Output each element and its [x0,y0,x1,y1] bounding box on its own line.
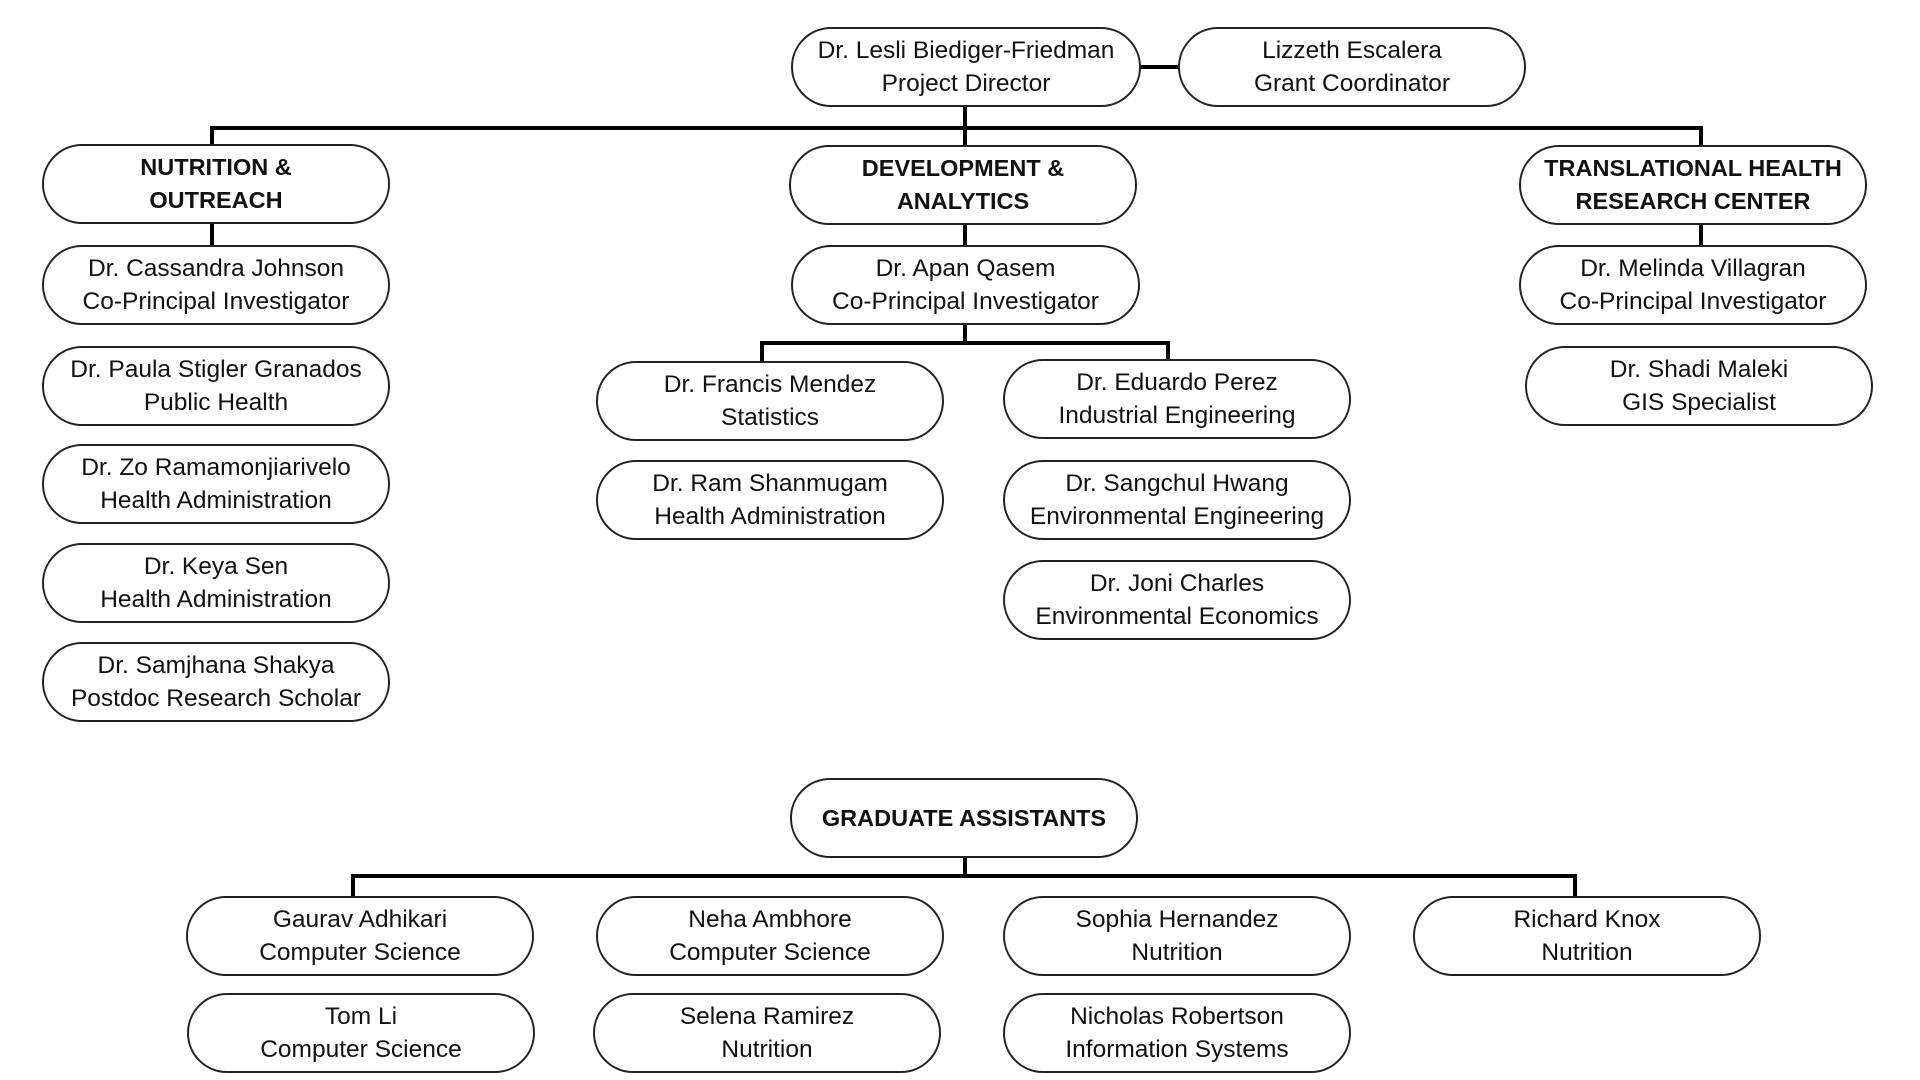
person-role: Industrial Engineering [1058,402,1296,429]
group-title: TRANSLATIONAL HEALTH [1544,155,1842,181]
person-role: Computer Science [669,939,871,966]
group-title-line2: RESEARCH CENTER [1575,188,1811,214]
group-title: NUTRITION & [140,154,292,180]
person-name: Tom Li [324,1003,398,1030]
person-name: Dr. Francis Mendez [663,371,877,398]
person-node-hwang: Dr. Sangchul Hwang Environmental Engineer… [1003,460,1351,540]
group-header-thrc: TRANSLATIONAL HEALTH RESEARCH CENTER [1519,145,1867,225]
person-name: Dr. Melinda Villagran [1580,255,1806,282]
person-name: Richard Knox [1513,906,1661,933]
person-role: Health Administration [100,487,332,514]
group-title-line2: OUTREACH [149,187,283,213]
person-node-shanmugam: Dr. Ram Shanmugam Health Administration [596,460,944,540]
person-role: Statistics [720,404,820,431]
person-name: Dr. Paula Stigler Granados [70,356,362,383]
person-role: Environmental Economics [1035,603,1319,630]
person-name: Dr. Samjhana Shakya [97,652,335,679]
person-role: Environmental Engineering [1029,503,1325,530]
person-node-sen: Dr. Keya Sen Health Administration [42,543,390,623]
person-name: Dr. Zo Ramamonjiarivelo [81,454,351,481]
person-node-director: Dr. Lesli Biediger-Friedman Project Direc… [791,27,1141,107]
person-node-ramamonjiarivelo: Dr. Zo Ramamonjiarivelo Health Administra… [42,444,390,524]
person-role: Co-Principal Investigator [82,288,350,315]
person-name: Dr. Lesli Biediger-Friedman [817,37,1115,64]
person-node-hernandez: Sophia Hernandez Nutrition [1003,896,1351,976]
person-role: Grant Coordinator [1253,70,1451,97]
person-node-qasem: Dr. Apan Qasem Co-Principal Investigator [791,245,1140,325]
person-role: Nutrition [1541,939,1633,966]
person-role: Co-Principal Investigator [832,288,1099,315]
person-role: Nutrition [721,1036,813,1063]
person-node-shakya: Dr. Samjhana Shakya Postdoc Research Scho… [42,642,390,722]
person-name: Dr. Joni Charles [1089,570,1265,597]
person-name: Dr. Apan Qasem [875,255,1056,282]
person-name: Dr. Sangchul Hwang [1065,470,1289,497]
group-title: DEVELOPMENT & [861,155,1065,181]
group-header-grads: GRADUATE ASSISTANTS [790,778,1138,858]
person-node-villagran: Dr. Melinda Villagran Co-Principal Invest… [1519,245,1867,325]
person-node-johnson: Dr. Cassandra Johnson Co-Principal Invest… [42,245,390,325]
person-node-perez: Dr. Eduardo Perez Industrial Engineering [1003,359,1351,439]
group-title: GRADUATE ASSISTANTS [821,804,1107,831]
person-name: Neha Ambhore [688,906,852,933]
group-title-line2: ANALYTICS [896,188,1030,214]
person-role: Project Director [881,70,1051,97]
person-name: Dr. Cassandra Johnson [87,255,345,282]
person-node-ramirez: Selena Ramirez Nutrition [593,993,941,1073]
person-name: Dr. Ram Shanmugam [652,470,888,497]
person-node-adhikari: Gaurav Adhikari Computer Science [186,896,534,976]
person-role: Computer Science [259,939,461,966]
person-role: GIS Specialist [1622,389,1776,416]
person-name: Nicholas Robertson [1070,1003,1284,1030]
group-header-nutrition: NUTRITION & OUTREACH [42,144,390,224]
group-header-development: DEVELOPMENT & ANALYTICS [789,145,1137,225]
person-name: Gaurav Adhikari [272,906,448,933]
person-role: Health Administration [100,586,332,613]
person-role: Nutrition [1131,939,1223,966]
person-role: Health Administration [654,503,886,530]
person-role: Information Systems [1065,1036,1289,1063]
person-node-mendez: Dr. Francis Mendez Statistics [596,361,944,441]
person-name: Selena Ramirez [679,1003,855,1030]
person-node-maleki: Dr. Shadi Maleki GIS Specialist [1525,346,1873,426]
person-role: Co-Principal Investigator [1559,288,1827,315]
person-node-ambhore: Neha Ambhore Computer Science [596,896,944,976]
person-node-granados: Dr. Paula Stigler Granados Public Health [42,346,390,426]
person-node-charles: Dr. Joni Charles Environmental Economics [1003,560,1351,640]
person-name: Dr. Eduardo Perez [1076,369,1278,396]
person-name: Dr. Keya Sen [143,553,289,580]
person-node-li: Tom Li Computer Science [187,993,535,1073]
person-node-robertson: Nicholas Robertson Information Systems [1003,993,1351,1073]
person-name: Sophia Hernandez [1075,906,1279,933]
person-name: Dr. Shadi Maleki [1609,356,1789,383]
person-node-grant: Lizzeth Escalera Grant Coordinator [1178,27,1526,107]
person-role: Public Health [143,389,289,416]
person-role: Computer Science [260,1036,462,1063]
person-role: Postdoc Research Scholar [70,685,362,712]
person-name: Lizzeth Escalera [1262,37,1442,64]
person-node-knox: Richard Knox Nutrition [1413,896,1761,976]
